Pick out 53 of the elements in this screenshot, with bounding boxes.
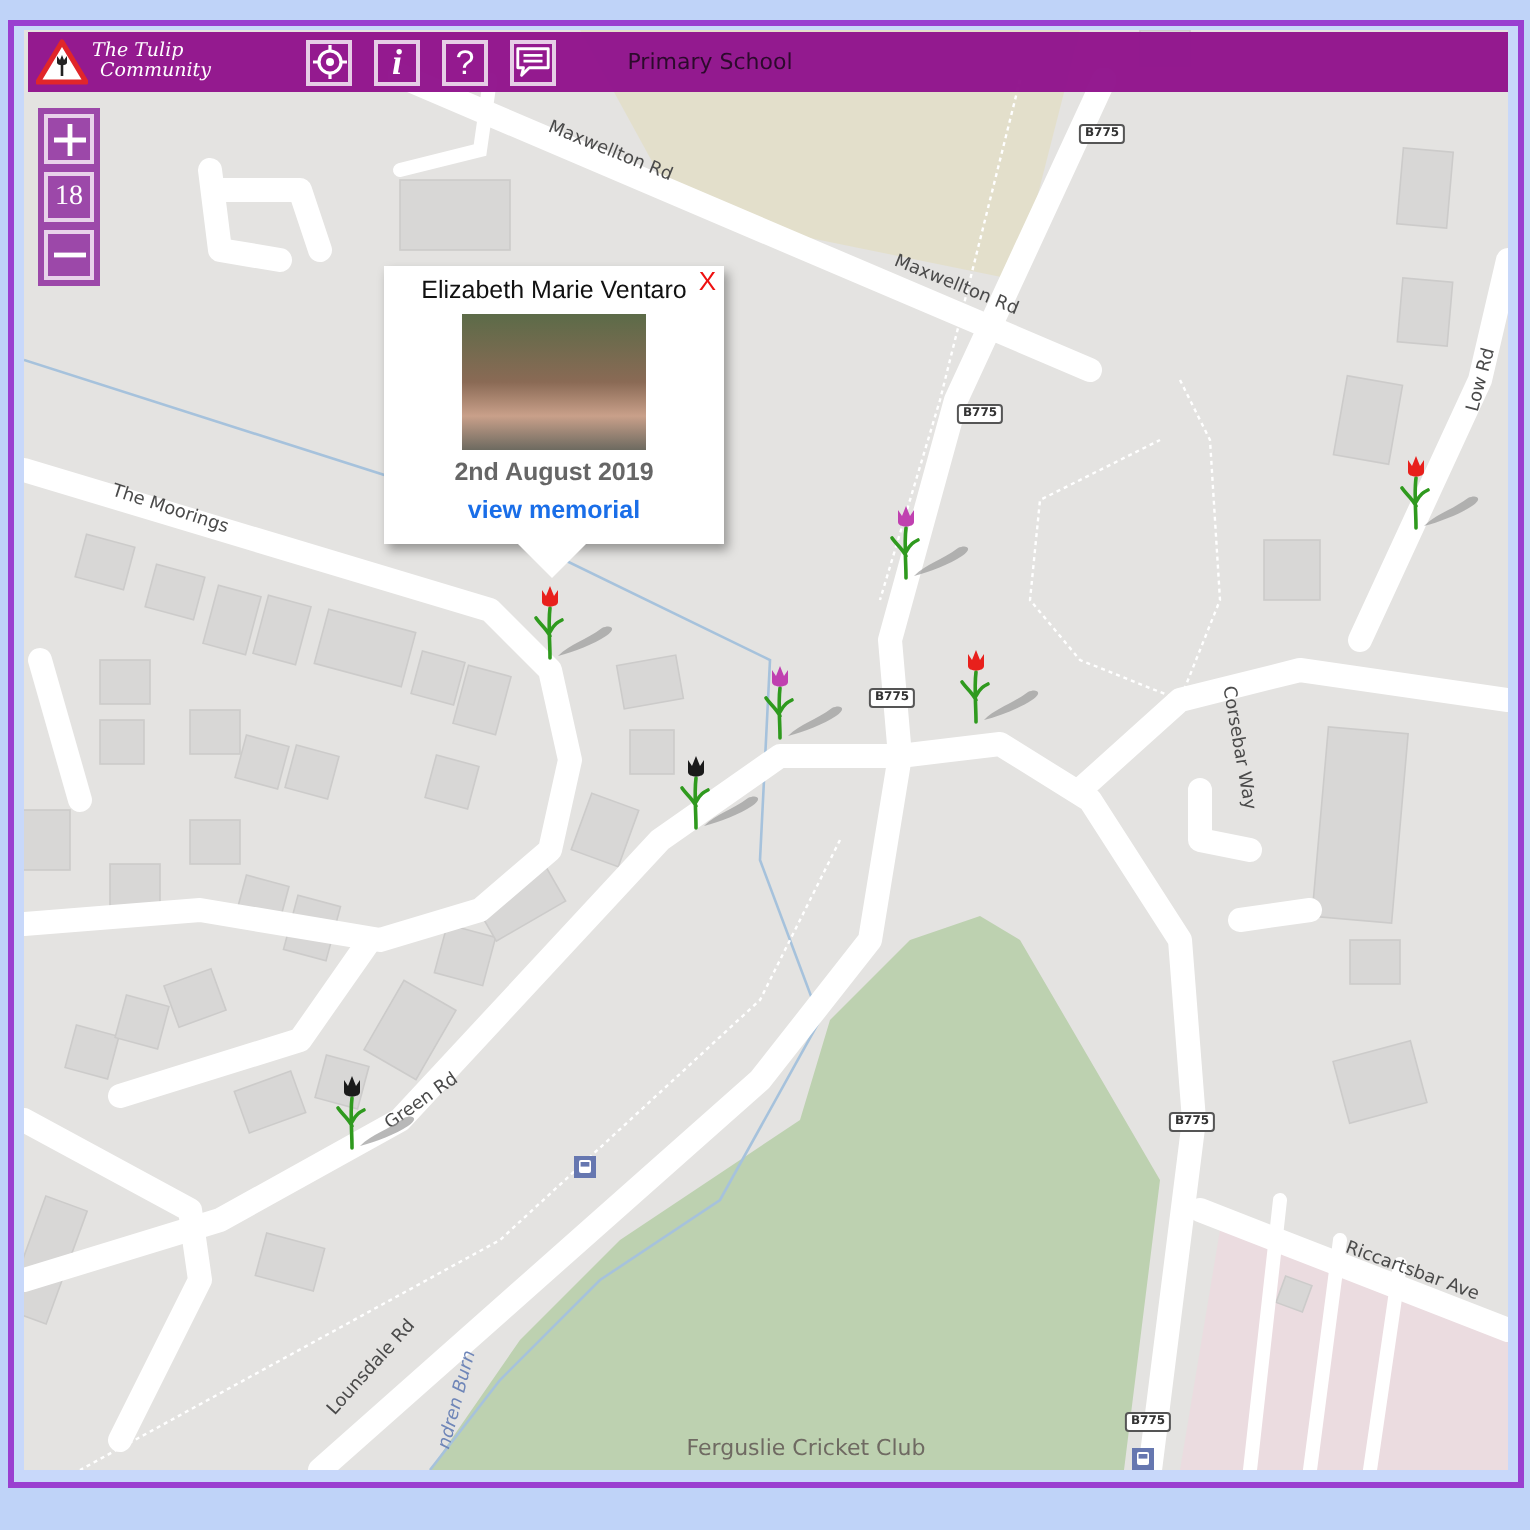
tulip-stem-icon — [890, 526, 920, 580]
tulip-shadow — [1424, 496, 1479, 526]
map-label: ndren Burn — [435, 1348, 481, 1452]
building — [189, 709, 241, 755]
building — [282, 894, 342, 962]
logo-text: The Tulip Community — [92, 42, 211, 82]
person-name: Elizabeth Marie Ventaro — [421, 276, 687, 304]
building — [399, 179, 511, 251]
map-label: Primary School — [627, 49, 793, 75]
tulip-stem-icon — [336, 1096, 366, 1150]
map-label: Ferguslie Cricket Club — [686, 1435, 926, 1461]
building — [1395, 147, 1455, 229]
tulip-flower-icon[interactable] — [688, 756, 704, 777]
map-label: Corsebar Way — [1217, 684, 1259, 812]
feedback-button[interactable] — [510, 39, 556, 85]
tulip-shadow — [788, 706, 843, 736]
map-label: Low Rd — [1463, 345, 1501, 415]
tulip-shadow — [558, 626, 613, 656]
crosshair-icon — [311, 44, 347, 80]
view-memorial-link[interactable]: view memorial — [467, 496, 641, 524]
zoom-out-button[interactable] — [44, 230, 94, 280]
speech-bubble-icon — [514, 44, 552, 80]
minus-icon — [53, 252, 85, 258]
building — [64, 1024, 120, 1080]
info-button[interactable]: i — [374, 39, 420, 85]
bus-stop-icon — [1132, 1448, 1154, 1470]
building — [615, 654, 685, 710]
building — [114, 994, 170, 1050]
tulip-stem-icon — [764, 686, 794, 740]
building — [1275, 1275, 1313, 1313]
building — [109, 863, 161, 909]
zoom-level: 18 — [44, 172, 94, 222]
building — [1396, 277, 1454, 347]
memorial-date: 2nd August 2019 — [454, 458, 654, 486]
help-button[interactable]: ? — [442, 39, 488, 85]
locate-button[interactable] — [306, 39, 352, 85]
close-button[interactable]: X — [694, 266, 720, 296]
tulip-stem-icon — [680, 776, 710, 830]
building — [202, 584, 262, 656]
building — [234, 734, 290, 790]
road — [198, 158, 292, 272]
tulip-stem-icon — [534, 606, 564, 660]
tulip-shadow — [704, 796, 759, 826]
tulip-logo-icon — [36, 38, 88, 86]
tulip-shadow — [914, 546, 969, 576]
tulip-stem-icon — [960, 670, 990, 724]
zoom-in-button[interactable] — [44, 114, 94, 164]
road — [1228, 898, 1322, 932]
plus-icon — [51, 121, 87, 157]
bus-stop-icon — [574, 1156, 596, 1178]
tulip-flower-icon[interactable] — [344, 1076, 360, 1097]
tulip-shadow — [984, 690, 1039, 720]
tulip-stem-icon — [1400, 476, 1430, 530]
